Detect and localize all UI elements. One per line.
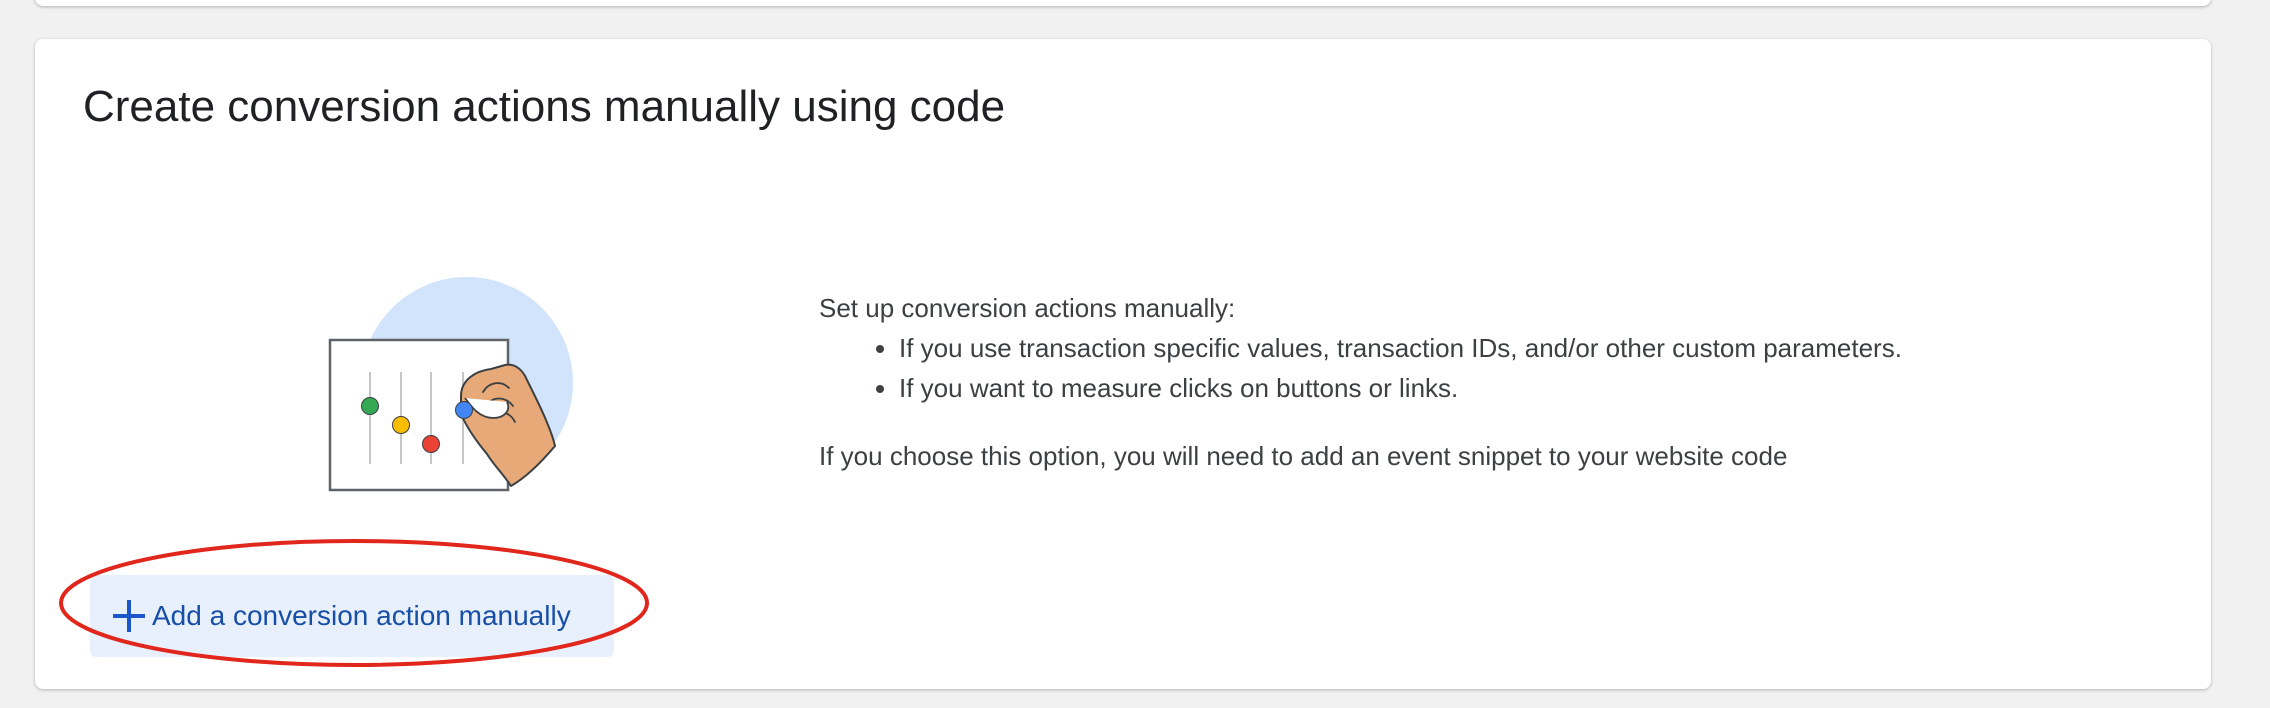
add-conversion-action-manually-button[interactable]: Add a conversion action manually [90,575,614,657]
description-bullet: If you use transaction specific values, … [899,328,2119,368]
slider-knob-blue [455,401,473,419]
description-intro: Set up conversion actions manually: [819,293,1236,323]
previous-card [35,0,2211,6]
manual-setup-description: Set up conversion actions manually: If y… [819,288,2119,476]
card-title: Create conversion actions manually using… [83,82,1006,131]
slider-knob-red [422,435,440,453]
description-bullets: If you use transaction specific values, … [819,328,2119,408]
add-button-label: Add a conversion action manually [152,600,571,631]
description-bullet: If you want to measure clicks on buttons… [899,368,2119,408]
slider-knob-green [361,397,379,415]
plus-icon [112,599,146,633]
description-note: If you choose this option, you will need… [819,441,1788,471]
slider-knob-yellow [392,416,410,434]
manual-conversion-card: Create conversion actions manually using… [35,39,2211,689]
equalizer-sliders-hand-illustration [328,277,573,492]
